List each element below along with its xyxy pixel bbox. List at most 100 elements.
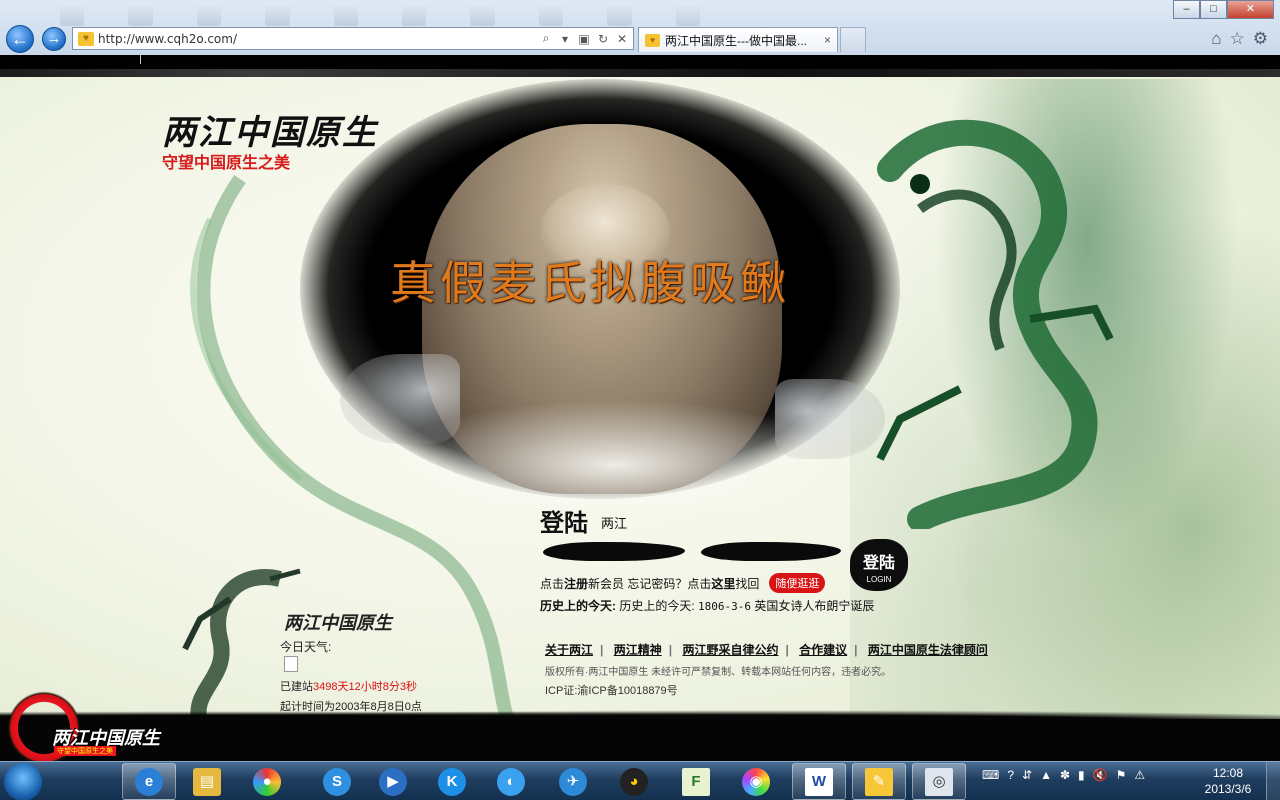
qq-glyph: ◕ [620,767,648,796]
explorer-folder-icon[interactable]: ▤ [180,763,234,800]
login-button[interactable]: 登陆 LOGIN [850,539,908,591]
kugou-k-icon[interactable]: K [425,763,479,800]
random-browse-button[interactable]: 随便逛逛 [769,573,826,593]
color-wheel-glyph: ◉ [742,767,770,796]
keyboard-icon[interactable]: ⌨ [982,768,999,782]
fish-bubble-glyph: ◐ [497,767,525,796]
site-age-prefix: 已建站 [280,681,313,693]
login-title: 登陆 [540,508,588,537]
word-icon[interactable]: W [792,763,846,800]
stop-icon[interactable]: ✕ [614,32,630,46]
history-prefix: 历史上的今天: [619,599,695,613]
recover-suffix: 找回 [735,576,760,591]
tray-expand-icon[interactable]: ▲ [1040,768,1052,782]
page-content: 真假麦氏拟腹吸鳅 两江中国原生 守望中国原生之美 登陆 两江 登陆 LOGIN … [0,69,1280,761]
site-logo[interactable]: 两江中国原生 [162,105,378,154]
password-field[interactable] [701,542,841,561]
footer-link-legal[interactable]: 两江中国原生法律顾问 [868,643,988,657]
new-tab-button[interactable] [840,27,866,52]
input-method-icon[interactable]: ⇵ [1022,768,1032,782]
site-age: 已建站3498天12小时8分3秒 [280,678,417,694]
f-app-icon[interactable]: F [669,763,723,800]
sticky-glyph: ✎ [865,767,893,796]
browser-chrome: – □ ✕ ← → ♥ http://www.cqh2o.com/ ⌕ ▾ ▣ … [0,0,1280,55]
clock-date: 2013/3/6 [1204,782,1252,796]
forward-button[interactable]: → [42,27,66,51]
icp-license: ICP证:渝ICP备10018879号 [545,685,678,697]
back-button[interactable]: ← [6,25,34,53]
footer-links: 关于两江 | 两江精神 | 两江野采自律公约 | 合作建议 | 两江中国原生法律顾问 [545,641,988,658]
start-button[interactable] [4,763,42,800]
tab-title[interactable]: 两江中国原生---做中国最... [665,32,818,49]
dropdown-arrow-icon[interactable]: ▾ [557,32,573,46]
media-player-icon[interactable]: ▶ [366,763,420,800]
help-icon[interactable]: ? [1007,768,1014,782]
taskbar: e ▤ ● S ▶ K ◐ ✈ ◕ F ◉ W ✎ ◎ ⌨ ? ⇵ ▲ ✽ ▮ … [0,761,1280,800]
media-glyph: ▶ [379,767,407,796]
browser-tools: ⌂ ☆ ⚙ [1211,29,1268,49]
screenshot-glyph: ◎ [925,767,953,796]
fish-bubble-icon[interactable]: ◐ [484,763,538,800]
bird-icon[interactable]: ✈ [546,763,600,800]
action-center-icon[interactable]: ⚠ [1134,768,1145,782]
hero-fade [380,399,850,509]
register-link[interactable]: 注册 [564,575,588,592]
register-suffix: 新会员 忘记密码？点击 [588,576,712,591]
show-desktop-button[interactable] [1266,762,1280,800]
site-age-value: 3498天12小时8分3秒 [313,681,417,693]
kugou-glyph: K [438,767,466,796]
footer-separator: | [854,643,858,657]
ie-icon[interactable]: e [122,763,176,800]
sidebar-logo-text: 两江中国原生 [284,613,392,634]
compat-view-icon[interactable]: ▣ [576,32,592,46]
recover-password-link[interactable]: 这里 [711,575,735,592]
sogou-s-icon[interactable]: S [310,763,364,800]
weather-label: 今日天气: [280,640,332,654]
tab-active[interactable]: ♥ 两江中国原生---做中国最... × [638,27,838,52]
usb-icon[interactable]: ▮ [1078,768,1085,782]
system-clock[interactable]: 12:08 2013/3/6 [1198,765,1258,797]
history-label: 历史上的今天: [540,599,616,613]
qq-penguin-icon[interactable]: ◕ [607,763,661,800]
address-bar[interactable]: ♥ http://www.cqh2o.com/ ⌕ ▾ ▣ ↻ ✕ [72,27,634,50]
footer-link-about[interactable]: 关于两江 [545,643,593,657]
footer-link-convention[interactable]: 两江野采自律公约 [682,643,778,657]
toolbar-strip [0,55,1280,69]
refresh-icon[interactable]: ↻ [595,32,611,46]
search-icon[interactable]: ⌕ [538,31,554,46]
footer-separator: | [668,643,673,657]
color-ball-icon[interactable]: ● [240,763,294,800]
history-event: 英国女诗人布朗宁诞辰 [754,599,875,613]
minimize-button[interactable]: – [1173,0,1200,19]
footer-link-cooperation[interactable]: 合作建议 [799,643,847,657]
badge-sub: 守望中国原生之美 [54,746,116,756]
tab-favicon-icon: ♥ [645,33,660,47]
antivirus-icon[interactable]: ✽ [1060,768,1070,782]
login-subtitle: 两江 [601,516,628,531]
address-url[interactable]: http://www.cqh2o.com/ [98,32,538,46]
bird-glyph: ✈ [559,767,587,796]
copyright-text: 版权所有·两江中国原生 未经许可严禁复制、转载本网站任何内容，违者必究。 [545,667,892,678]
word-glyph: W [805,767,833,796]
register-prefix: 点击 [540,576,565,591]
tab-close-icon[interactable]: × [824,33,831,47]
login-button-sub: LOGIN [866,575,892,584]
favorites-star-icon[interactable]: ☆ [1230,29,1245,49]
settings-gear-icon[interactable]: ⚙ [1253,29,1268,49]
window-controls: – □ ✕ [1173,0,1274,19]
username-field[interactable] [543,542,685,561]
footer-separator: | [600,643,604,657]
home-icon[interactable]: ⌂ [1211,29,1221,49]
close-window-button[interactable]: ✕ [1227,0,1274,19]
color-wheel-icon[interactable]: ◉ [729,763,783,800]
network-icon[interactable]: ⚑ [1116,768,1127,782]
f-glyph: F [682,767,710,796]
ink-dragon-right [876,119,1114,529]
maximize-button[interactable]: □ [1200,0,1227,19]
volume-icon[interactable]: 🔇 [1093,768,1108,782]
sogou-glyph: S [323,767,351,796]
sticky-note-icon[interactable]: ✎ [852,763,906,800]
footer-link-spirit[interactable]: 两江精神 [614,643,662,657]
screenshot-icon[interactable]: ◎ [912,763,966,800]
footer-separator: | [785,643,789,657]
